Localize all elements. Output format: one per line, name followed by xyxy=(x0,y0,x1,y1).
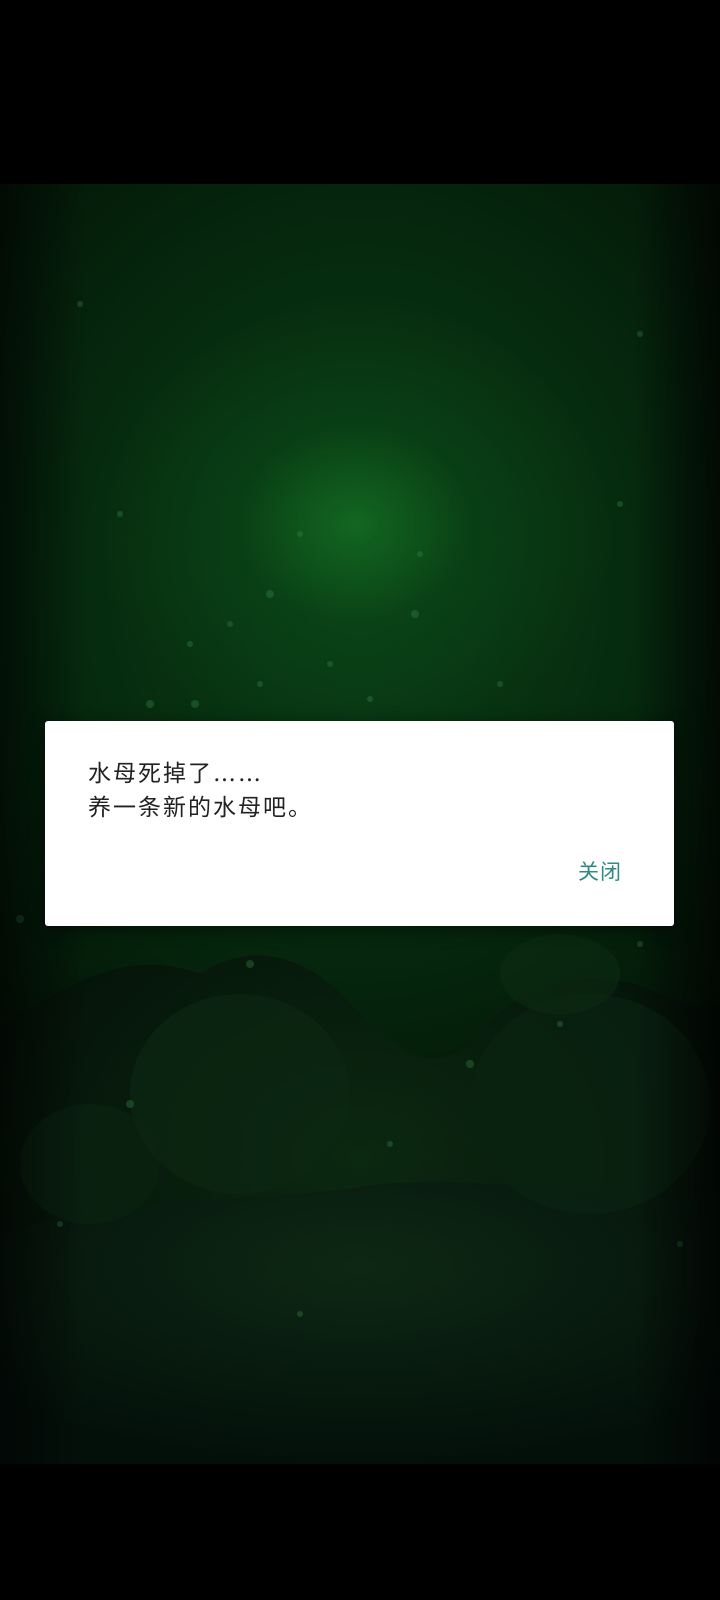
close-button[interactable]: 关闭 xyxy=(578,852,622,890)
dialog-message-line2: 养一条新的水母吧。 xyxy=(88,795,313,821)
screen: 水母死掉了…… 养一条新的水母吧。 关闭 xyxy=(0,0,720,1600)
jellyfish-died-dialog: 水母死掉了…… 养一条新的水母吧。 关闭 xyxy=(45,721,674,926)
dialog-overlay: 水母死掉了…… 养一条新的水母吧。 关闭 xyxy=(0,0,720,1600)
dialog-message-line1: 水母死掉了…… xyxy=(88,761,263,787)
dialog-message: 水母死掉了…… 养一条新的水母吧。 xyxy=(88,757,628,825)
